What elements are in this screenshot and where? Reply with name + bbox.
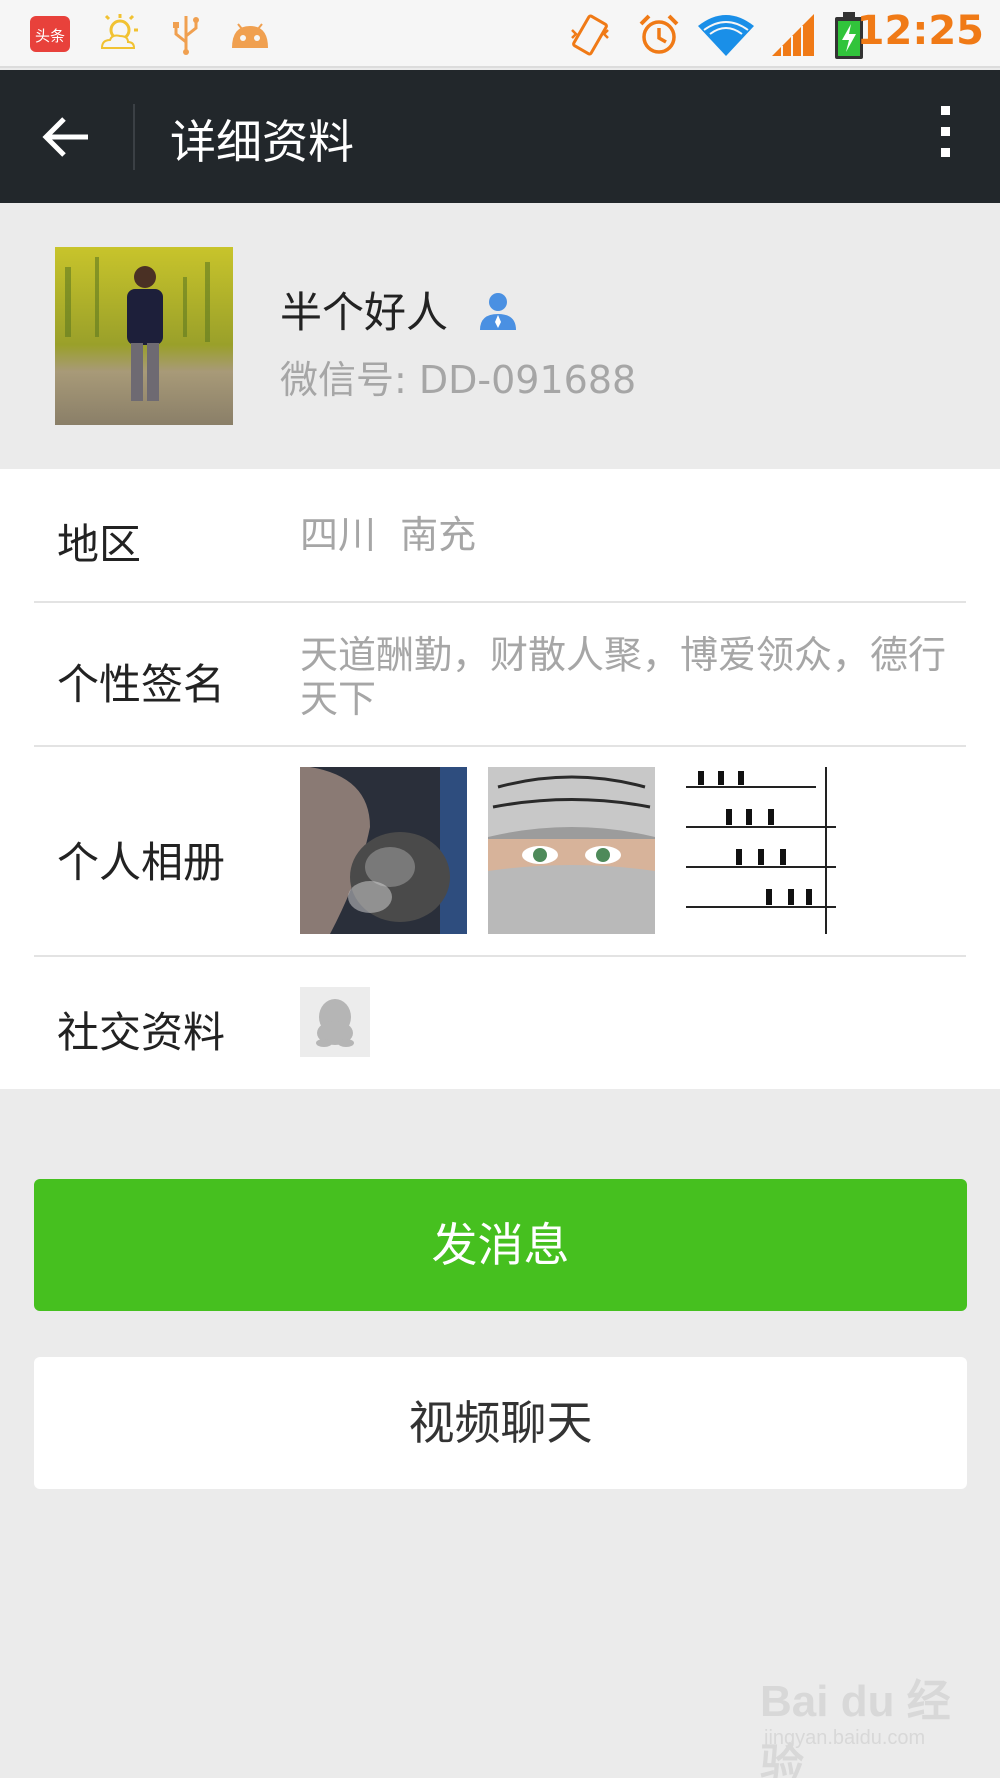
alarm-icon — [636, 12, 682, 56]
toutiao-icon: 头条 — [28, 12, 72, 56]
nickname: 半个好人 — [280, 288, 449, 337]
album-photo-cat[interactable] — [300, 767, 467, 934]
region-value: 四川 南充 — [300, 513, 477, 557]
usb-icon — [166, 12, 206, 56]
arrow-left-icon — [42, 117, 88, 157]
back-button[interactable] — [30, 100, 110, 174]
page-title: 详细资料 — [170, 115, 354, 169]
watermark-main: Bai du 经验 — [760, 1677, 951, 1778]
send-message-button[interactable]: 发消息 — [34, 1179, 967, 1311]
avatar[interactable] — [55, 247, 233, 425]
nickname-row: 半个好人 — [280, 279, 520, 340]
qq-penguin-icon[interactable] — [300, 987, 370, 1057]
album-row[interactable]: 个人相册 — [34, 747, 966, 957]
vibrate-icon — [568, 12, 614, 56]
album-photo-face[interactable] — [488, 767, 655, 934]
signature-value: 天道酬勤，财散人聚，博爱领众，德行天下 — [300, 633, 947, 721]
status-bar: 头条 12:25 — [0, 0, 1000, 68]
album-photo-sketch[interactable] — [676, 767, 843, 934]
region-label: 地区 — [57, 520, 142, 569]
action-bar-divider — [133, 104, 135, 170]
contact-person-icon — [480, 292, 517, 330]
video-chat-button[interactable]: 视频聊天 — [34, 1357, 967, 1489]
toutiao-badge-text: 头条 — [35, 27, 65, 45]
region-row: 地区 四川 南充 — [34, 469, 966, 603]
more-vertical-icon — [930, 106, 960, 157]
signal-icon — [770, 12, 816, 56]
watermark-sub: jingyan.baidu.com — [764, 1727, 926, 1749]
action-bar: 详细资料 — [0, 70, 1000, 203]
info-section: 地区 四川 南充 个性签名 天道酬勤，财散人聚，博爱领众，德行天下 个人相册 社… — [0, 469, 1000, 1089]
android-icon — [228, 12, 272, 56]
signature-row: 个性签名 天道酬勤，财散人聚，博爱领众，德行天下 — [34, 603, 966, 747]
album-label: 个人相册 — [57, 838, 226, 887]
wifi-icon — [696, 12, 756, 56]
signature-label: 个性签名 — [57, 660, 226, 709]
social-label: 社交资料 — [57, 1008, 226, 1057]
status-time: 12:25 — [856, 8, 984, 54]
wechat-id: 微信号: DD-091688 — [280, 358, 637, 402]
profile-header: 半个好人 微信号: DD-091688 — [0, 203, 1000, 469]
social-row[interactable]: 社交资料 — [34, 957, 966, 1089]
more-options-button[interactable] — [930, 106, 960, 166]
baidu-jingyan-watermark: Bai du 经验 jingyan.baidu.com — [760, 1665, 960, 1778]
weather-icon — [96, 12, 140, 56]
